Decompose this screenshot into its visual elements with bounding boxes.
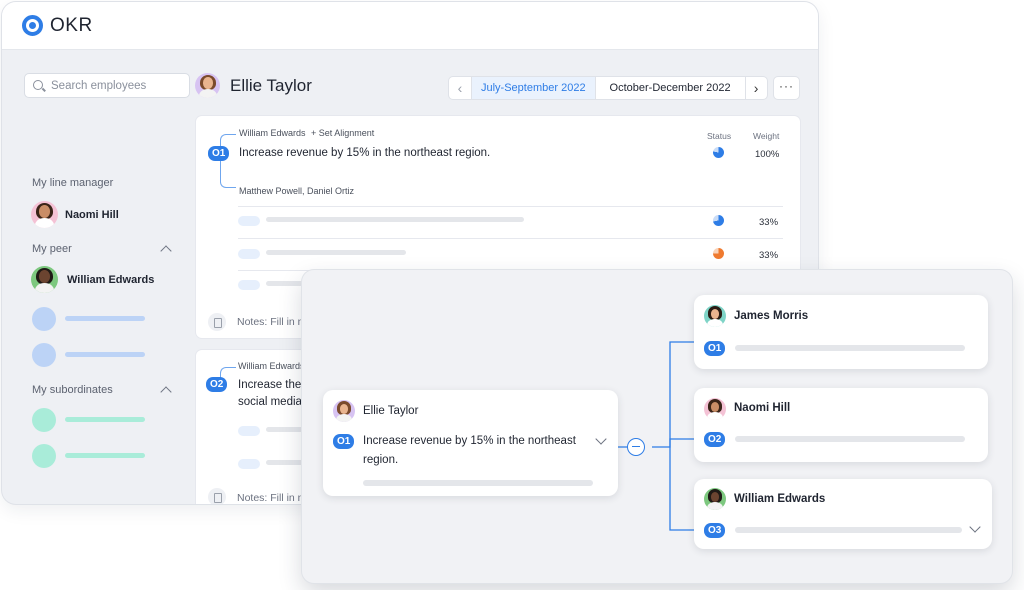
- key-result-pill: [238, 426, 260, 436]
- weight-column-header: Weight: [753, 131, 780, 141]
- aligned-objective-card[interactable]: James Morris O1: [694, 295, 988, 369]
- avatar[interactable]: [31, 201, 58, 228]
- objective-weight: 100%: [755, 149, 780, 160]
- placeholder-avatar: [32, 343, 56, 367]
- alignment-connector: [220, 134, 236, 188]
- avatar: [333, 400, 355, 422]
- collapse-icon[interactable]: [627, 438, 645, 456]
- chevron-down-icon[interactable]: [595, 433, 607, 445]
- objective-badge: O1: [333, 434, 355, 449]
- key-result-bar: [266, 217, 524, 222]
- child-objective-owners[interactable]: Matthew Powell, Daniel Ortiz: [239, 186, 354, 196]
- subordinates-label: My subordinates: [32, 384, 113, 396]
- objective-badge: O1: [208, 146, 230, 161]
- parent-objective-owner[interactable]: William Edwards: [238, 361, 305, 371]
- placeholder-bar: [65, 453, 145, 458]
- avatar: [704, 305, 726, 327]
- objective-badge: O1: [704, 341, 726, 356]
- aligned-owner-name: James Morris: [734, 310, 809, 322]
- key-result-weight: 33%: [759, 250, 779, 261]
- period-tab[interactable]: October-December 2022: [594, 77, 745, 99]
- line-manager-label: My line manager: [32, 177, 114, 189]
- chevron-left-icon[interactable]: ‹: [449, 77, 471, 99]
- parent-objective-owner[interactable]: William Edwards: [239, 128, 306, 138]
- placeholder-bar: [65, 352, 145, 357]
- avatar[interactable]: [31, 266, 58, 293]
- key-result-pill: [238, 280, 260, 290]
- objective-title-line2[interactable]: social media: [238, 396, 302, 408]
- key-result-pill: [238, 249, 260, 259]
- chevron-up-icon[interactable]: [160, 245, 172, 257]
- search-icon: [33, 80, 43, 90]
- avatar: [704, 488, 726, 510]
- objective-title[interactable]: Increase revenue by 15% in the northeast…: [239, 147, 490, 159]
- divider: [238, 206, 783, 207]
- source-owner-name: Ellie Taylor: [363, 405, 419, 417]
- peer-name[interactable]: William Edwards: [67, 274, 154, 286]
- status-progress-icon: [713, 248, 724, 259]
- search-box: [24, 73, 190, 98]
- aligned-owner-name: William Edwards: [734, 493, 826, 505]
- aligned-owner-name: Naomi Hill: [734, 402, 791, 414]
- aligned-objective-card[interactable]: William Edwards O3: [694, 479, 992, 549]
- line-manager-name[interactable]: Naomi Hill: [65, 209, 119, 221]
- key-result-bar: [266, 427, 306, 432]
- set-alignment-link[interactable]: + Set Alignment: [311, 128, 374, 138]
- notes-icon: [208, 313, 226, 331]
- placeholder-bar: [65, 316, 145, 321]
- app-title: OKR: [50, 15, 93, 36]
- key-result-bar: [266, 250, 406, 255]
- placeholder-avatar: [32, 444, 56, 468]
- more-options-button[interactable]: ···: [773, 76, 800, 100]
- avatar: [195, 73, 220, 98]
- source-objective-card[interactable]: Ellie Taylor O1 Increase revenue by 15% …: [323, 390, 618, 496]
- period-tab-active[interactable]: July-September 2022: [471, 77, 595, 99]
- placeholder-avatar: [32, 307, 56, 331]
- alignment-panel: Ellie Taylor O1 Increase revenue by 15% …: [302, 270, 1012, 583]
- status-column-header: Status: [707, 131, 732, 141]
- aligned-objective-card[interactable]: Naomi Hill O2: [694, 388, 988, 462]
- key-result-bar: [266, 460, 306, 465]
- placeholder-bar: [735, 345, 965, 351]
- key-result-pill: [238, 216, 260, 226]
- period-switcher: ‹ July-September 2022 October-December 2…: [448, 76, 768, 100]
- peer-label: My peer: [32, 243, 72, 255]
- placeholder-bar: [363, 480, 593, 486]
- status-progress-icon: [713, 215, 724, 226]
- profile-name: Ellie Taylor: [230, 76, 312, 95]
- notes-field[interactable]: Notes: Fill in n: [237, 316, 304, 328]
- key-result-weight: 33%: [759, 217, 779, 228]
- placeholder-avatar: [32, 408, 56, 432]
- chevron-up-icon[interactable]: [160, 386, 172, 398]
- chevron-down-icon[interactable]: [969, 521, 981, 533]
- objective-badge: O2: [206, 377, 228, 392]
- okr-logo-icon: [22, 15, 43, 36]
- placeholder-bar: [65, 417, 145, 422]
- source-objective-text: Increase revenue by 15% in the northeast: [363, 435, 576, 447]
- notes-icon: [208, 488, 226, 504]
- chevron-right-icon[interactable]: ›: [744, 77, 767, 99]
- placeholder-bar: [735, 436, 965, 442]
- source-objective-text-line2: region.: [363, 454, 399, 466]
- avatar: [704, 398, 726, 420]
- app-header: OKR: [2, 2, 818, 50]
- placeholder-bar: [735, 527, 962, 533]
- notes-field[interactable]: Notes: Fill in n: [237, 492, 304, 504]
- objective-badge: O3: [704, 523, 726, 538]
- key-result-pill: [238, 459, 260, 469]
- objective-badge: O2: [704, 432, 726, 447]
- search-input[interactable]: [51, 77, 186, 94]
- status-progress-icon: [713, 147, 724, 158]
- objective-title[interactable]: Increase the: [238, 379, 301, 391]
- divider: [238, 238, 783, 239]
